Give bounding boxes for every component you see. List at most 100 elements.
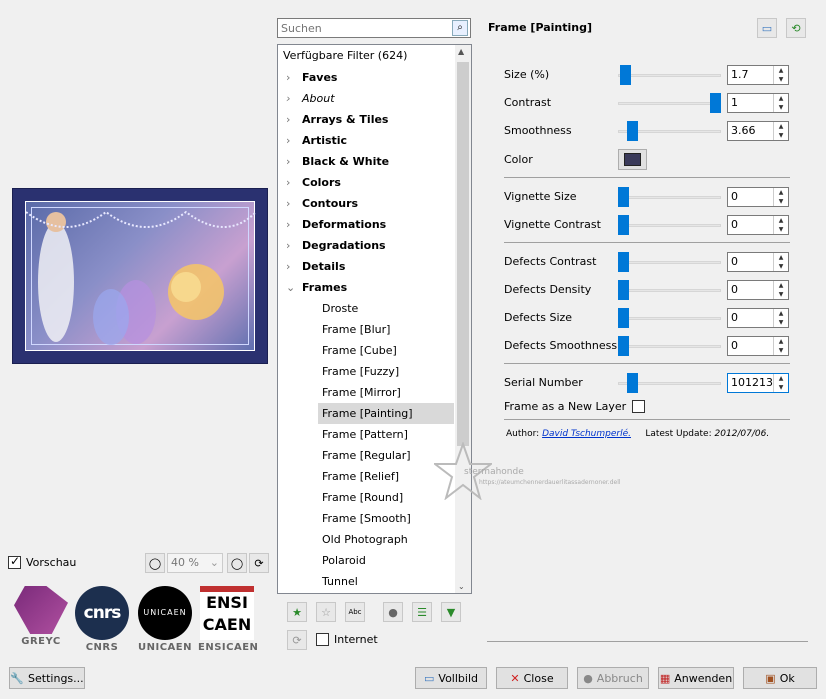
filter-category[interactable]: › Details	[278, 256, 471, 277]
preview-toggle[interactable]: Vorschau	[8, 554, 76, 569]
param-spinbox[interactable]: 0 ▲ ▼	[727, 308, 789, 328]
add-fave-icon[interactable]: ★	[287, 602, 307, 622]
param-value[interactable]: 1.7	[731, 68, 749, 81]
filter-category[interactable]: ⌄ Frames	[278, 277, 471, 298]
param-slider[interactable]	[618, 308, 721, 328]
cancel-button[interactable]: ● Abbruch	[577, 667, 649, 689]
select-all-icon[interactable]: ☰	[412, 602, 432, 622]
chevron-right-icon[interactable]: ›	[286, 235, 302, 256]
filter-scrollbar[interactable]: ▲ ⌄	[455, 45, 471, 593]
param-spinbox[interactable]: 3.66 ▲ ▼	[727, 121, 789, 141]
settings-button[interactable]: 🔧 Settings...	[9, 667, 85, 689]
filter-category[interactable]: › About	[278, 88, 471, 109]
chevron-right-icon[interactable]: ›	[286, 193, 302, 214]
param-value[interactable]: 3.66	[731, 124, 756, 137]
param-value[interactable]: 1	[731, 96, 738, 109]
param-value[interactable]: 0	[731, 339, 738, 352]
chevron-right-icon[interactable]: ›	[286, 88, 302, 109]
param-slider[interactable]	[618, 252, 721, 272]
filter-tree[interactable]: Verfügbare Filter (624) › Faves › About › Arr…	[277, 44, 472, 594]
param-slider[interactable]	[618, 93, 721, 113]
filter-category[interactable]: › Contours	[278, 193, 471, 214]
param-spinbox[interactable]: 0 ▲ ▼	[727, 215, 789, 235]
update-filters-icon[interactable]: ⟳	[287, 630, 307, 650]
param-spinbox[interactable]: 1.7 ▲ ▼	[727, 65, 789, 85]
filter-item[interactable]: Droste	[278, 298, 471, 319]
spin-arrows-icon[interactable]: ▲ ▼	[773, 337, 788, 355]
filter-category[interactable]: › Degradations	[278, 235, 471, 256]
close-button[interactable]: ✕ Close	[496, 667, 568, 689]
layout-icon[interactable]: ▭	[757, 18, 777, 38]
slider-thumb[interactable]	[618, 308, 629, 328]
param-value[interactable]: 0	[731, 283, 738, 296]
filter-category[interactable]: › Colors	[278, 172, 471, 193]
slider-thumb[interactable]	[618, 187, 629, 207]
param-spinbox[interactable]: 0 ▲ ▼	[727, 252, 789, 272]
param-value[interactable]: 0	[731, 218, 738, 231]
param-slider[interactable]	[618, 280, 721, 300]
param-spinbox[interactable]: 0 ▲ ▼	[727, 280, 789, 300]
param-value[interactable]: 0	[731, 311, 738, 324]
chevron-right-icon[interactable]: ›	[286, 256, 302, 277]
slider-thumb[interactable]	[618, 252, 629, 272]
slider-thumb[interactable]	[618, 280, 629, 300]
chevron-right-icon[interactable]: ›	[286, 214, 302, 235]
spin-arrows-icon[interactable]: ▲ ▼	[773, 253, 788, 271]
filter-item[interactable]: Frame [Blur]	[278, 319, 471, 340]
apply-button[interactable]: ▦ Anwenden	[658, 667, 734, 689]
slider-thumb[interactable]	[627, 121, 639, 141]
spin-arrows-icon[interactable]: ▲ ▼	[773, 122, 788, 140]
filter-category[interactable]: › Black & White	[278, 151, 471, 172]
spin-arrows-icon[interactable]: ▲ ▼	[773, 216, 788, 234]
param-slider[interactable]	[618, 336, 721, 356]
param-slider[interactable]	[618, 187, 721, 207]
slider-thumb[interactable]	[710, 93, 721, 113]
spin-arrows-icon[interactable]: ▲ ▼	[773, 374, 788, 392]
slider-thumb[interactable]	[619, 65, 631, 85]
refresh-preview-icon[interactable]: ⟳	[249, 553, 269, 573]
spin-arrows-icon[interactable]: ▲ ▼	[773, 66, 788, 84]
param-slider[interactable]	[618, 65, 721, 85]
spin-arrows-icon[interactable]: ▲ ▼	[773, 309, 788, 327]
preview-checkbox[interactable]	[8, 554, 21, 569]
author-link[interactable]: David Tschumperlé.	[542, 429, 631, 439]
param-spinbox[interactable]: 0 ▲ ▼	[727, 187, 789, 207]
slider-thumb[interactable]	[618, 336, 629, 356]
filter-item[interactable]: Frame [Cube]	[278, 340, 471, 361]
reset-params-icon[interactable]: ⟲	[786, 18, 806, 38]
fullscreen-button[interactable]: ▭ Vollbild	[415, 667, 487, 689]
filter-item[interactable]: Tunnel	[278, 571, 471, 592]
slider-thumb[interactable]	[627, 373, 639, 393]
ok-button[interactable]: ▣ Ok	[743, 667, 817, 689]
remove-fave-icon[interactable]: ☆	[316, 602, 336, 622]
chevron-right-icon[interactable]: ›	[286, 172, 302, 193]
spin-arrows-icon[interactable]: ▲ ▼	[773, 188, 788, 206]
internet-checkbox[interactable]	[316, 633, 329, 646]
filter-item[interactable]: Frame [Mirror]	[278, 382, 471, 403]
filter-category[interactable]: › Arrays & Tiles	[278, 109, 471, 130]
filter-category[interactable]: › Deformations	[278, 214, 471, 235]
search-icon[interactable]: ⌕	[452, 20, 468, 36]
chevron-right-icon[interactable]: ›	[286, 67, 302, 88]
spin-arrows-icon[interactable]: ▲ ▼	[773, 94, 788, 112]
chevron-down-icon[interactable]: ⌄	[286, 277, 302, 298]
chevron-right-icon[interactable]: ›	[286, 151, 302, 172]
chevron-right-icon[interactable]: ›	[286, 109, 302, 130]
filter-item[interactable]: Frame [Fuzzy]	[278, 361, 471, 382]
color-picker[interactable]	[618, 149, 647, 170]
filter-item[interactable]: Frame [Painting]	[318, 403, 454, 424]
spin-arrows-icon[interactable]: ▲ ▼	[773, 281, 788, 299]
param-slider[interactable]	[618, 121, 721, 141]
preview-image[interactable]	[12, 188, 268, 364]
rename-icon[interactable]: Abc	[345, 602, 365, 622]
param-spinbox[interactable]: 1 ▲ ▼	[727, 93, 789, 113]
zoom-select[interactable]: 40 % ⌄	[167, 553, 223, 573]
param-value[interactable]: 0	[731, 190, 738, 203]
zoom-in-icon[interactable]: ◯	[227, 553, 247, 573]
new-layer-checkbox[interactable]	[632, 400, 646, 413]
filter-category[interactable]: › Faves	[278, 67, 471, 88]
chevron-right-icon[interactable]: ›	[286, 130, 302, 151]
param-spinbox[interactable]: 0 ▲ ▼	[727, 336, 789, 356]
zoom-out-icon[interactable]: ◯	[145, 553, 165, 573]
param-slider[interactable]	[618, 373, 721, 393]
